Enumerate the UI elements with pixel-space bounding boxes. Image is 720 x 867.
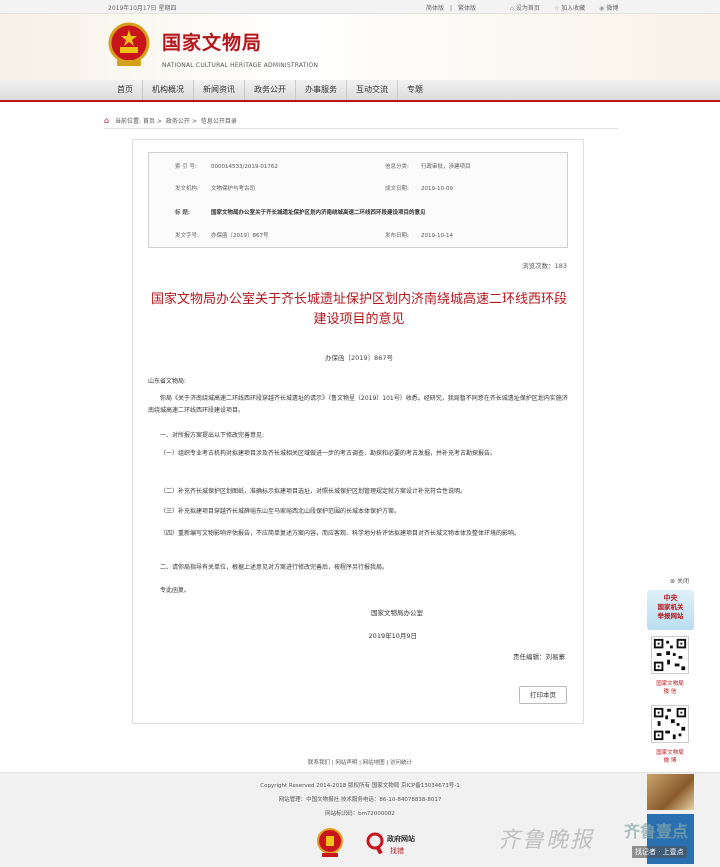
gov-site-error-badge[interactable]: 政府网站 找错 [366,830,422,858]
article-paragraph: （四）重新编写文物影响评估报告，不应简单复述方案内容，而应客观、科学地分析评估拟… [160,530,521,537]
float-close-button[interactable]: ⊗ 关闭 [670,576,689,585]
nav-item-2[interactable]: 新闻资讯 [194,80,245,100]
nav-item-6[interactable]: 专题 [398,80,432,100]
weibo-qr-caption: 国家文物局 微 博 [656,750,684,764]
article-editor: 责任编辑：刘易寨 [513,653,565,661]
breadcrumb-item-affairs[interactable]: 政务公开 [166,118,190,125]
party-badge-icon[interactable] [317,828,343,858]
magnifier-icon [366,832,384,854]
meta-docno: 发文字号: 办保函〔2019〕867号 [175,233,269,239]
wechat-qr-caption: 国家文物局 微 信 [656,681,684,695]
article-card: 索 引 号: 000014533/2019-01762 信息分类: 行政审批，涉建项… [132,139,584,724]
promo-image[interactable] [647,774,694,810]
footer-site-code: 网站标识码：bm72000002 [325,811,395,817]
nav-item-0[interactable]: 首页 [108,80,143,100]
meta-issuer: 发文机构: 文物保护与考古司 [175,186,256,192]
app-watermark: 齐鲁壹点 [624,822,689,841]
view-count: 浏览次数：183 [522,262,567,270]
breadcrumb-divider [104,128,618,129]
weibo-icon: ◉ [599,5,605,12]
top-utility-bar: 2019年10月17日 星期四 简体版 | 繁体版 ⌂ 设为首页 ☆ 加入收藏 ◉ 微博 [0,0,720,14]
meta-created: 成文日期: 2019-10-09 [385,186,453,192]
breadcrumb-label: 当前位置: [115,118,142,125]
lang-traditional-link[interactable]: 繁体版 [458,5,476,12]
home-icon: ⌂ [104,116,110,125]
breadcrumb-item-home[interactable]: 首页 [143,118,155,125]
article-salutation: 山东省文物局: [148,378,187,385]
meta-index: 索 引 号: 000014533/2019-01762 [175,164,278,170]
set-home-link[interactable]: ⌂ 设为首页 [510,5,540,12]
article-paragraph: 你局《关于济南绕城高速二环线西环段穿越齐长城遗址的请示》（鲁文物呈〔2019〕1… [148,395,568,414]
footer-copyright: Copyright Reserved 2014-2018 版权所有 国家文物局 … [260,783,460,789]
article-paragraph: （一）组织专业考古机构对拟建项目涉及齐长城相关区域做进一步的考古调查、勘探和必要… [160,450,497,457]
article-title: 国家文物局办公室关于齐长城遗址保护区划内济南绕城高速二环线西环段 建设项目的意见 [151,292,568,327]
national-emblem-icon[interactable] [108,22,150,68]
nav-item-5[interactable]: 互动交流 [347,80,398,100]
article-paragraph: 一、对所报方案提出以下修改完善意见: [160,432,265,439]
weibo-qr-code-icon [651,705,689,743]
site-header: 国家文物局 NATIONAL CULTURAL HERITAGE ADMINIS… [0,14,720,80]
site-logo-subtitle: NATIONAL CULTURAL HERITAGE ADMINISTRATIO… [162,62,319,69]
breadcrumb-item-catalog[interactable]: 信息公开目录 [201,118,237,125]
slogan-watermark: 找记者 · 上壹点 [632,846,687,858]
document-meta-table: 索 引 号: 000014533/2019-01762 信息分类: 行政审批，涉建项… [148,152,568,248]
nav-item-4[interactable]: 办事服务 [296,80,347,100]
add-favorite-link[interactable]: ☆ 加入收藏 [554,5,585,12]
current-date: 2019年10月17日 星期四 [108,5,177,12]
nav-item-1[interactable]: 机构概况 [143,80,194,100]
newspaper-watermark: 齐鲁晚报 [498,828,595,853]
article-paragraph: （二）补充齐长城保护区划图纸，准确标示拟建项目选址，对照长城保护区划管理规定就方… [160,488,467,495]
breadcrumb: ⌂ 当前位置: 首页 > 政务公开 > 信息公开目录 [104,116,237,125]
meta-published: 发布日期: 2019-10-14 [385,233,453,239]
site-logo-title[interactable]: 国家文物局 [162,28,262,55]
language-switch: 简体版 | 繁体版 [426,5,476,12]
star-icon: ☆ [553,5,560,12]
meta-title: 标 题: 国家文物局办公室关于齐长城遗址保护区划内济南绕城高速二环线西环段建设项目… [175,210,426,216]
footer-manage: 网站管理：中国文物报社 技术服务电话：86-10-84078838-8017 [278,797,442,803]
article-closing: 专此函复。 [160,587,191,594]
nav-item-3[interactable]: 政务公开 [245,80,296,100]
article-sign-date: 2019年10月9日 [368,632,417,640]
lang-simplified-link[interactable]: 简体版 [426,5,444,12]
meta-category: 信息分类: 行政审批，涉建项目 [385,164,471,170]
wechat-qr-code-icon [651,636,689,674]
footer-links[interactable]: 联系我们 | 网站声明 | 网站地图 | 访问统计 [0,758,720,766]
report-site-banner[interactable]: 中央 国家机关 举报网站 [647,590,694,630]
top-tools: ⌂ 设为首页 ☆ 加入收藏 ◉ 微博 [510,3,630,12]
article-doc-number: 办保函〔2019〕867号 [325,354,393,362]
home-icon: ⌂ [510,5,514,12]
article-paragraph: 二、请你局指导有关单位，根据上述意见对方案进行修改完善后，按程序另行报我局。 [160,564,389,571]
main-navigation: 首页 机构概况 新闻资讯 政务公开 办事服务 互动交流 专题 [0,80,720,102]
article-signer: 国家文物局办公室 [371,609,423,617]
print-button[interactable]: 打印本页 [519,686,567,704]
article-paragraph: （三）补充拟建项目穿越齐长城薛峪东山至马家峪西北山段保护范围的长城本体保护方案。 [160,508,401,515]
weibo-link[interactable]: ◉ 微博 [599,5,618,12]
